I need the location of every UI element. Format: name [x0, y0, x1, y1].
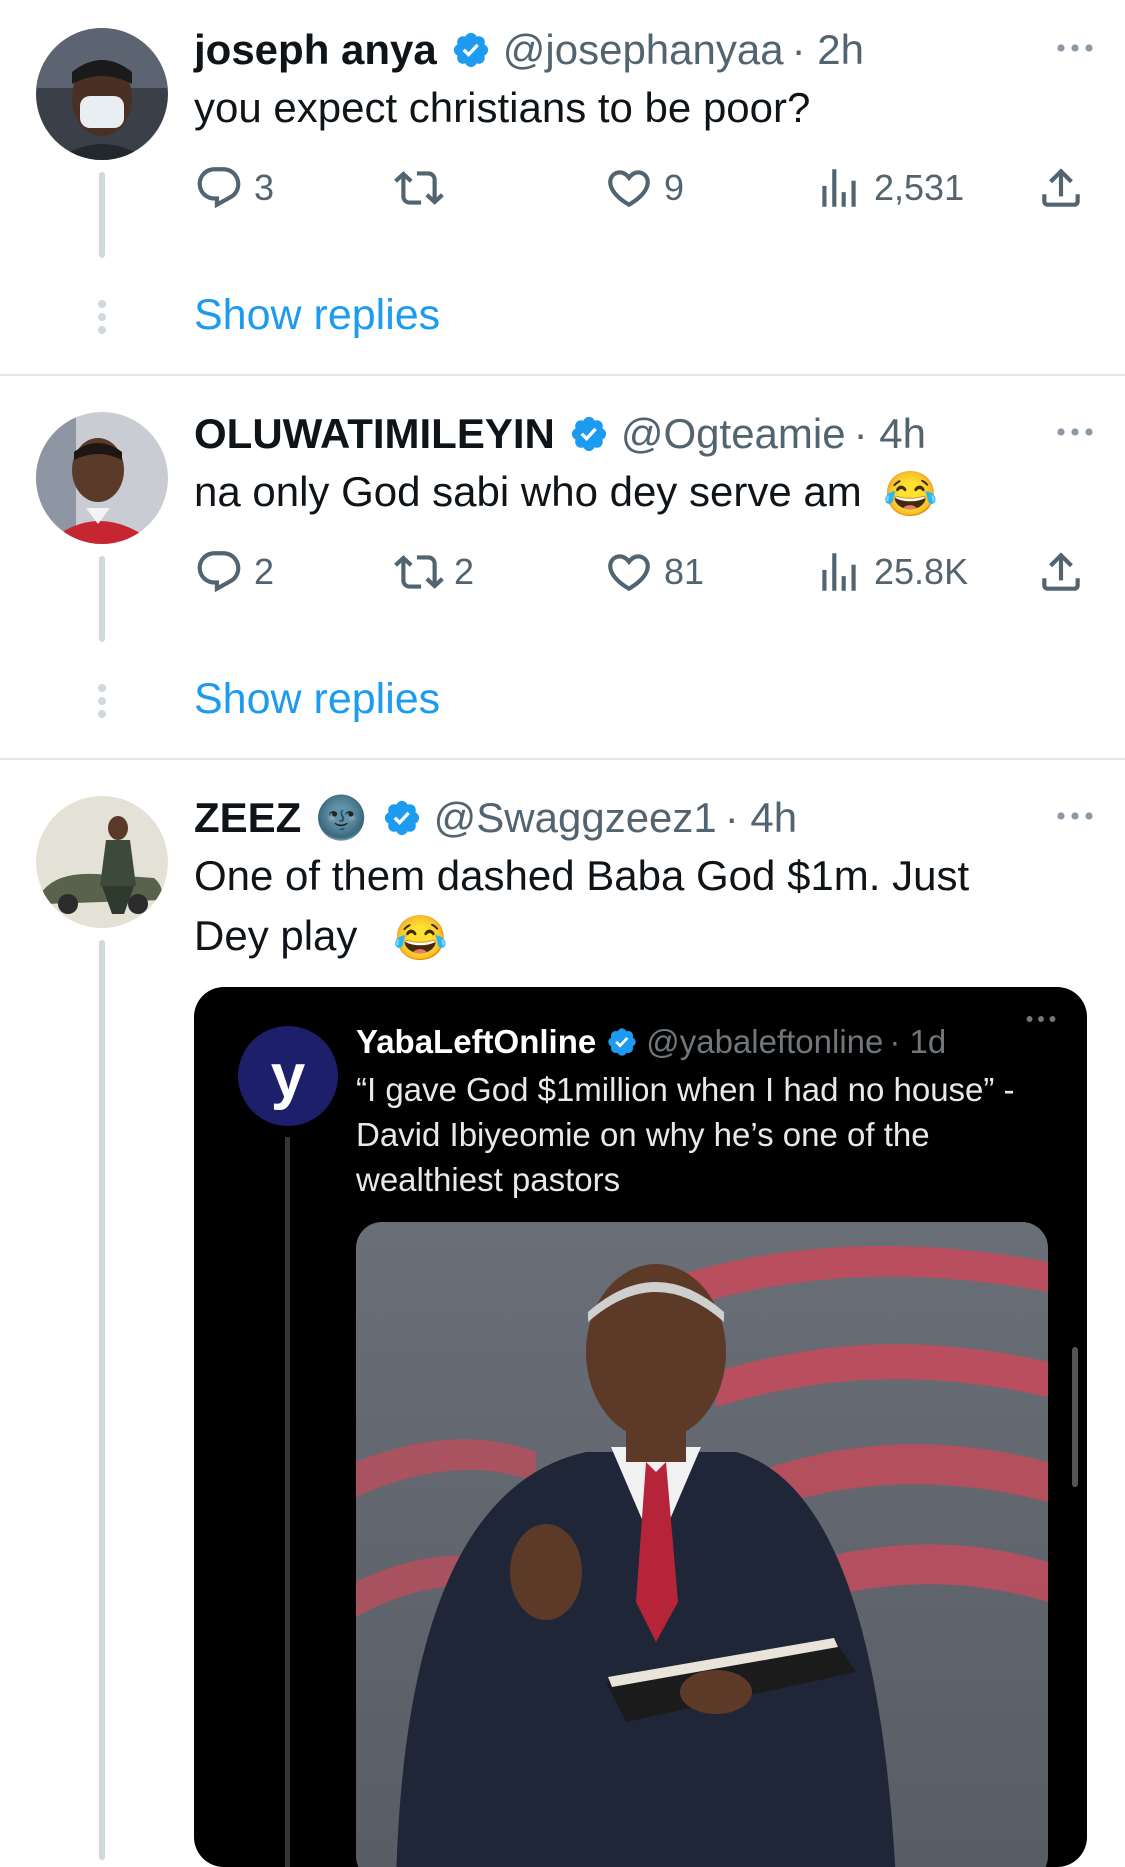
display-name[interactable]: joseph anya [194, 26, 437, 74]
views-icon [822, 169, 856, 207]
quoted-verified-badge-icon [608, 1028, 636, 1056]
like-count: 81 [664, 551, 705, 592]
laughing-emoji-icon: 😂 [883, 469, 939, 519]
action-bar: 3 9 2,531 [194, 158, 1094, 218]
show-replies-link[interactable]: Show replies [194, 675, 440, 724]
avatar[interactable] [36, 796, 168, 928]
timestamp[interactable]: · 4h [725, 794, 797, 842]
quoted-scrollbar [1072, 1347, 1078, 1487]
views-icon [822, 553, 856, 591]
more-options-icon[interactable] [1053, 794, 1097, 838]
avatar[interactable] [36, 412, 168, 544]
quoted-tweet-image[interactable]: y YabaLeftOnline @yabaleftonline · 1d “I… [194, 987, 1087, 1867]
user-handle[interactable]: @Ogteamie [621, 410, 846, 458]
retweet-button[interactable] [394, 158, 454, 218]
reply-count: 2 [254, 551, 275, 592]
like-count: 9 [664, 167, 685, 208]
tweet-text-line-2-body: Dey play [194, 912, 358, 959]
views-button[interactable]: 2,531 [814, 158, 964, 218]
views-button[interactable]: 25.8K [814, 542, 968, 602]
quoted-user-handle: @yabaleftonline [646, 1023, 884, 1060]
more-options-icon[interactable] [1053, 26, 1097, 70]
share-button[interactable] [1036, 158, 1086, 218]
like-button[interactable]: 9 [604, 158, 684, 218]
quoted-display-name: YabaLeftOnline [356, 1023, 597, 1060]
quoted-header: YabaLeftOnline @yabaleftonline · 1d [356, 1017, 1057, 1067]
user-handle[interactable]: @josephanyaa [503, 26, 784, 74]
verified-badge-icon [571, 416, 606, 452]
tweet-header: OLUWATIMILEYIN @Ogteamie · 4h [194, 406, 1097, 462]
reply-tweet-2[interactable]: OLUWATIMILEYIN @Ogteamie · 4h na only Go… [0, 376, 1125, 758]
thread-line [99, 556, 105, 642]
retweet-count: 2 [454, 551, 475, 592]
timestamp[interactable]: · 2h [792, 26, 864, 74]
verified-badge-icon [384, 800, 419, 836]
show-replies-link[interactable]: Show replies [194, 291, 440, 340]
retweet-icon [394, 555, 444, 589]
display-name[interactable]: OLUWATIMILEYIN [194, 410, 555, 458]
share-icon [1042, 552, 1080, 591]
tweet-text: One of them dashed Baba God $1m. Just De… [194, 846, 1074, 969]
quoted-tweet-text: “I gave God $1million when I had no hous… [356, 1071, 1015, 1198]
tweet-text: you expect christians to be poor? [194, 84, 811, 131]
display-name[interactable]: ZEEZ [194, 794, 301, 842]
reply-icon [197, 551, 241, 593]
tweet-text: na only God sabi who dey serve am 😂 [194, 462, 1074, 525]
user-handle[interactable]: @Swaggzeez1 [434, 794, 717, 842]
reply-button[interactable]: 2 [194, 542, 274, 602]
reply-icon [197, 167, 241, 209]
reply-button[interactable]: 3 [194, 158, 274, 218]
reply-count: 3 [254, 167, 275, 208]
thread-line [99, 172, 105, 258]
more-options-icon[interactable] [1053, 410, 1097, 454]
quoted-avatar: y [238, 1026, 338, 1126]
retweet-icon [394, 171, 444, 205]
laughing-emoji-icon: 😂 [393, 913, 448, 963]
tweet-text-body: na only God sabi who dey serve am [194, 468, 862, 515]
quoted-thread-line [285, 1137, 290, 1867]
views-count: 2,531 [874, 167, 965, 208]
new-moon-face-emoji-icon: 🌚 [315, 793, 368, 841]
reply-tweet-1[interactable]: joseph anya @josephanyaa · 2h you expect… [0, 0, 1125, 374]
quoted-avatar-letter: y [270, 1041, 306, 1111]
like-button[interactable]: 81 [604, 542, 704, 602]
tweet-header: ZEEZ 🌚 @Swaggzeez1 · 4h [194, 790, 1097, 846]
avatar[interactable] [36, 28, 168, 160]
thread-continuation-dots [97, 300, 107, 339]
share-icon [1042, 168, 1080, 207]
retweet-button[interactable]: 2 [394, 542, 474, 602]
thread-continuation-dots [97, 684, 107, 723]
pastor-photo[interactable] [356, 1222, 1048, 1867]
verified-badge-icon [453, 32, 488, 68]
timestamp[interactable]: · 4h [854, 410, 926, 458]
tweet-text-line-2: Dey play 😂 [194, 906, 1074, 969]
tweet-text-line-1: One of them dashed Baba God $1m. Just [194, 852, 970, 899]
thread-line [99, 940, 105, 1860]
share-button[interactable] [1036, 542, 1086, 602]
quoted-timestamp: · 1d [889, 1023, 947, 1060]
tweet-header: joseph anya @josephanyaa · 2h [194, 22, 1097, 78]
action-bar: 2 2 81 25.8K [194, 542, 1094, 602]
like-icon [608, 170, 650, 208]
views-count: 25.8K [874, 551, 969, 592]
like-icon [608, 554, 650, 592]
quoted-more-options-icon [1026, 1016, 1056, 1022]
